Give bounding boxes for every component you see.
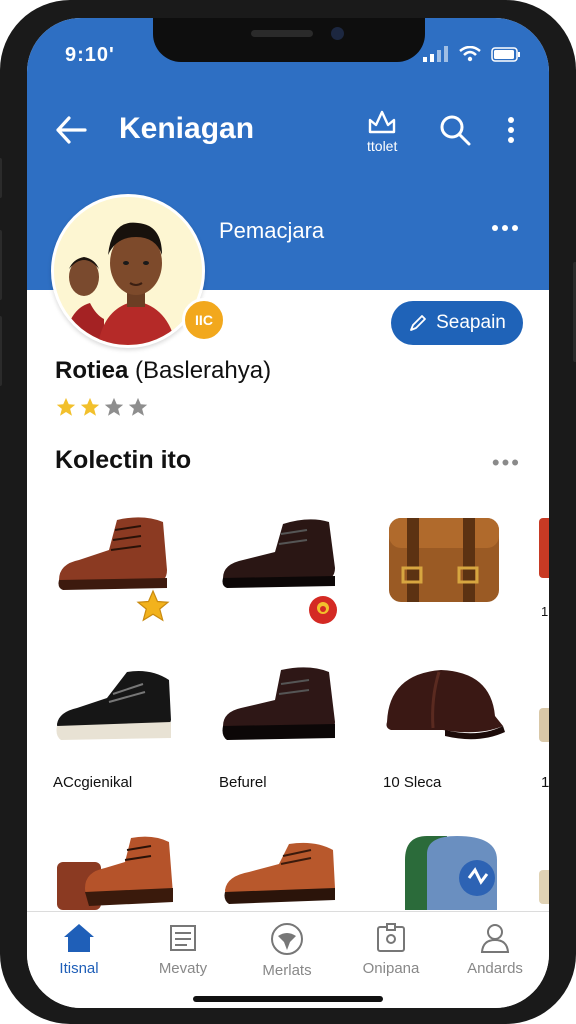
star-filled-icon bbox=[80, 397, 100, 416]
badge-icon bbox=[377, 923, 405, 952]
vertical-dots-icon bbox=[508, 117, 514, 143]
user-name-rest: (Baslerahya) bbox=[128, 357, 272, 384]
notch bbox=[153, 18, 425, 62]
circle-emblem-icon bbox=[271, 923, 303, 955]
brown-oxford-image bbox=[224, 842, 335, 904]
collection-item-leather-chest[interactable] bbox=[383, 508, 513, 608]
user-name-bold: Rotiea bbox=[55, 357, 129, 384]
nav-label-profile: Andards bbox=[467, 960, 523, 977]
more-options-button[interactable] bbox=[507, 116, 515, 144]
leather-helmet-image bbox=[386, 670, 505, 740]
horizontal-dots-icon bbox=[492, 225, 518, 231]
nav-item-emblem[interactable]: Merlats bbox=[235, 922, 339, 979]
star-empty-icon bbox=[104, 397, 124, 416]
crown-action-button[interactable]: ttolet bbox=[367, 108, 397, 154]
pencil-icon bbox=[410, 315, 427, 331]
home-icon bbox=[64, 924, 94, 952]
search-icon bbox=[440, 115, 471, 146]
dark-boot-image bbox=[222, 667, 335, 740]
crown-icon bbox=[368, 110, 396, 134]
red-circle-sticker-icon bbox=[309, 596, 337, 624]
wifi-icon bbox=[459, 46, 481, 62]
seapain-button[interactable]: Seapain bbox=[391, 301, 523, 345]
page-title: Keniagan bbox=[119, 112, 255, 145]
signal-icon bbox=[423, 46, 448, 62]
collection-item-dark-boot[interactable] bbox=[217, 664, 347, 764]
collection-item-partial-2[interactable] bbox=[539, 708, 549, 808]
tan-shoes-image bbox=[57, 836, 173, 910]
user-name: Rotiea (Baslerahya) bbox=[55, 357, 271, 385]
status-time: 9:10' bbox=[65, 44, 115, 66]
star-filled-icon bbox=[56, 397, 76, 416]
avatar-image bbox=[54, 197, 202, 345]
search-button[interactable] bbox=[439, 114, 471, 146]
nav-label-home: Itisnal bbox=[59, 960, 99, 977]
battery-icon bbox=[491, 46, 520, 62]
status-icons bbox=[423, 46, 521, 62]
nav-item-list[interactable]: Mevaty bbox=[131, 922, 235, 977]
black-boot-image bbox=[222, 519, 335, 588]
collection-more-button[interactable]: ••• bbox=[492, 450, 521, 476]
achievement-badge: IIC bbox=[182, 298, 226, 342]
back-button[interactable] bbox=[55, 116, 87, 144]
profile-header-name: Pemacjara bbox=[219, 218, 325, 243]
rating-stars bbox=[55, 396, 149, 418]
screen: 9:10' Keniagan ttolet Pemacjara IIC Seap… bbox=[27, 18, 549, 1008]
profile-more-button[interactable] bbox=[491, 224, 519, 232]
collection-item-black-boot[interactable] bbox=[217, 508, 347, 608]
collection-item-black-sneaker[interactable] bbox=[51, 664, 181, 764]
collection-item-label-1: Befurel bbox=[219, 774, 267, 791]
back-arrow-icon bbox=[56, 116, 87, 144]
collection-item-label-2: 10 Sleca bbox=[383, 774, 442, 791]
star-empty-icon bbox=[128, 397, 148, 416]
list-icon bbox=[170, 925, 196, 951]
nav-label-emblem: Merlats bbox=[262, 962, 312, 979]
mute-switch bbox=[0, 158, 2, 198]
black-sneaker-image bbox=[56, 671, 171, 740]
nav-label-badge: Onipana bbox=[362, 960, 420, 977]
person-icon bbox=[480, 924, 510, 953]
nav-item-profile[interactable]: Andards bbox=[443, 922, 547, 977]
bottom-navigation: Itisnal Mevaty Merlats Onipana Andards bbox=[27, 911, 549, 1008]
nav-item-home[interactable]: Itisnal bbox=[27, 922, 131, 977]
collection-item-label-0: ACcgienikal bbox=[53, 774, 133, 791]
collection-item-label-partial: 1 bbox=[541, 604, 549, 619]
home-indicator[interactable] bbox=[193, 996, 383, 1002]
collection-item-leather-helmet[interactable] bbox=[383, 664, 513, 764]
collection-item-partial[interactable] bbox=[539, 518, 549, 618]
backpack-image bbox=[405, 836, 497, 910]
crown-action-label: ttolet bbox=[367, 138, 398, 154]
nav-item-badge[interactable]: Onipana bbox=[339, 922, 443, 977]
phone-frame: 9:10' Keniagan ttolet Pemacjara IIC Seap… bbox=[0, 0, 576, 1024]
star-sticker-icon bbox=[136, 589, 170, 622]
leather-chest-image bbox=[389, 518, 499, 602]
volume-down-button bbox=[0, 316, 2, 386]
seapain-button-label: Seapain bbox=[436, 312, 506, 333]
volume-up-button bbox=[0, 230, 2, 300]
collection-title: Kolectin ito bbox=[55, 446, 192, 474]
nav-label-list: Mevaty bbox=[158, 960, 208, 977]
